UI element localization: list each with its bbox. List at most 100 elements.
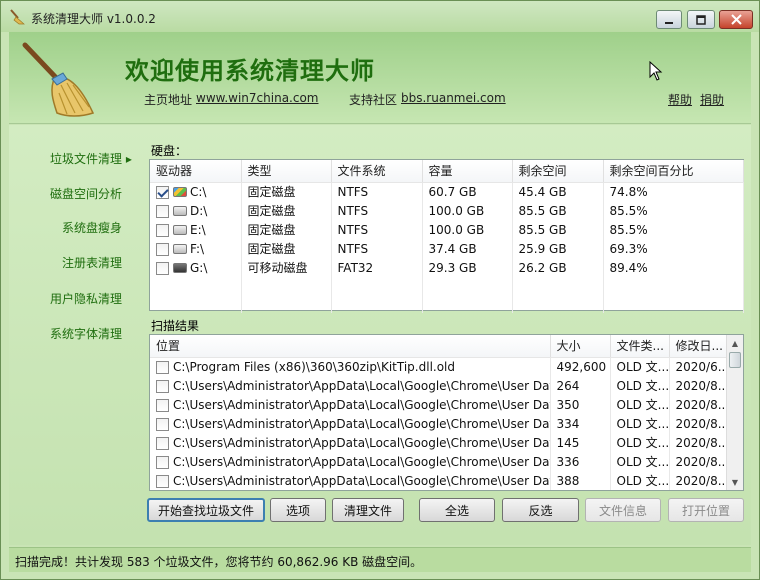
file-type-cell: OLD 文... xyxy=(610,471,670,490)
result-checkbox[interactable] xyxy=(156,474,169,488)
result-checkbox[interactable] xyxy=(156,436,169,450)
results-list[interactable]: 位置 大小 文件类... 修改日... C:\Program Files (x8… xyxy=(149,334,744,491)
drive-cell: F:\ xyxy=(150,239,242,258)
select-all-button[interactable]: 全选 xyxy=(419,498,495,522)
drive-checkbox[interactable] xyxy=(156,185,169,199)
options-button[interactable]: 选项 xyxy=(270,498,326,522)
status-text: 扫描完成！共计发现 583 个垃圾文件，您将节约 60,862.96 KB 磁盘… xyxy=(15,555,423,569)
usb-drive-icon xyxy=(173,263,187,273)
nav-item-system-slim[interactable]: 系统盘瘦身 xyxy=(62,219,122,236)
col-drive[interactable]: 驱动器 xyxy=(150,160,242,183)
clean-files-button[interactable]: 清理文件 xyxy=(332,498,404,522)
disk-row[interactable]: F:\ 固定磁盘 NTFS 37.4 GB 25.9 GB 69.3% xyxy=(150,239,744,258)
drive-cell: D:\ xyxy=(150,201,242,220)
disk-row[interactable]: D:\ 固定磁盘 NTFS 100.0 GB 85.5 GB 85.5% xyxy=(150,201,744,220)
size-cell: 492,600 xyxy=(550,357,611,376)
capacity-cell: 37.4 GB xyxy=(422,239,513,258)
scroll-down-icon[interactable]: ▼ xyxy=(727,474,743,490)
disk-row[interactable]: C:\ 固定磁盘 NTFS 60.7 GB 45.4 GB 74.8% xyxy=(150,182,744,201)
nav-item-disk-analysis[interactable]: 磁盘空间分析 xyxy=(50,185,122,202)
result-checkbox[interactable] xyxy=(156,398,169,412)
result-checkbox[interactable] xyxy=(156,379,169,393)
result-checkbox[interactable] xyxy=(156,417,169,431)
col-free-pct[interactable]: 剩余空间百分比 xyxy=(603,160,744,183)
col-fs[interactable]: 文件系统 xyxy=(331,160,423,183)
invert-selection-button[interactable]: 反选 xyxy=(502,498,579,522)
disk-header-row: 驱动器 类型 文件系统 容量 剩余空间 剩余空间百分比 xyxy=(150,160,744,183)
col-capacity[interactable]: 容量 xyxy=(422,160,513,183)
result-row[interactable]: C:\Users\Administrator\AppData\Local\Goo… xyxy=(150,433,728,452)
title-bar[interactable]: 系统清理大师 v1.0.0.2 xyxy=(1,1,759,32)
result-row[interactable]: C:\Users\Administrator\AppData\Local\Goo… xyxy=(150,452,728,471)
size-cell: 334 xyxy=(550,414,611,433)
support-label: 支持社区 xyxy=(349,93,398,107)
open-location-button[interactable]: 打开位置 xyxy=(668,498,744,522)
disks-section-label: 硬盘： xyxy=(151,144,188,158)
file-type-cell: OLD 文... xyxy=(610,357,670,376)
type-cell: 固定磁盘 xyxy=(241,182,332,201)
result-row[interactable]: C:\Users\Administrator\AppData\Local\Goo… xyxy=(150,395,728,414)
nav-label: 垃圾文件清理 xyxy=(50,152,123,166)
nav-item-junk-cleanup[interactable]: 垃圾文件清理 ▸ xyxy=(50,150,132,167)
col-file-type[interactable]: 文件类... xyxy=(610,335,670,358)
result-row[interactable]: C:\Users\Administrator\AppData\Local\Goo… xyxy=(150,414,728,433)
free-cell: 26.2 GB xyxy=(512,258,604,277)
result-row[interactable]: C:\Program Files (x86)\360\360zip\KitTip… xyxy=(150,357,728,376)
type-cell: 固定磁盘 xyxy=(241,239,332,258)
system-drive-icon xyxy=(173,187,187,198)
file-info-button[interactable]: 文件信息 xyxy=(585,498,661,522)
result-checkbox[interactable] xyxy=(156,455,169,469)
date-cell: 2020/8... xyxy=(669,414,728,433)
path-cell: C:\Users\Administrator\AppData\Local\Goo… xyxy=(150,376,551,395)
active-arrow-icon: ▸ xyxy=(125,152,132,166)
broom-logo-icon xyxy=(22,42,95,117)
type-cell: 可移动磁盘 xyxy=(241,258,332,277)
drive-checkbox[interactable] xyxy=(156,204,169,218)
minimize-icon xyxy=(665,21,673,24)
minimize-button[interactable] xyxy=(656,10,682,29)
disk-list[interactable]: 驱动器 类型 文件系统 容量 剩余空间 剩余空间百分比 C:\ 固定磁盘 NTF… xyxy=(149,159,744,313)
help-link[interactable]: 帮助 xyxy=(668,91,692,108)
close-button[interactable] xyxy=(719,10,753,29)
fs-cell: NTFS xyxy=(331,201,423,220)
start-scan-button[interactable]: 开始查找垃圾文件 xyxy=(147,498,265,522)
drive-checkbox[interactable] xyxy=(156,242,169,256)
donate-link[interactable]: 捐助 xyxy=(700,91,724,108)
support-link[interactable]: bbs.ruanmei.com xyxy=(401,91,506,105)
result-checkbox[interactable] xyxy=(156,360,169,374)
type-cell: 固定磁盘 xyxy=(241,220,332,239)
fs-cell: NTFS xyxy=(331,220,423,239)
date-cell: 2020/8... xyxy=(669,433,728,452)
file-type-cell: OLD 文... xyxy=(610,414,670,433)
disk-row[interactable]: G:\ 可移动磁盘 FAT32 29.3 GB 26.2 GB 89.4% xyxy=(150,258,744,277)
capacity-cell: 100.0 GB xyxy=(422,201,513,220)
col-location[interactable]: 位置 xyxy=(150,335,551,358)
path-text: C:\Users\Administrator\AppData\Local\Goo… xyxy=(173,473,550,488)
capacity-cell: 60.7 GB xyxy=(422,182,513,201)
scroll-up-icon[interactable]: ▲ xyxy=(727,335,743,351)
nav-item-privacy[interactable]: 用户隐私清理 xyxy=(50,290,122,307)
path-cell: C:\Users\Administrator\AppData\Local\Goo… xyxy=(150,433,551,452)
date-cell: 2020/8... xyxy=(669,452,728,471)
nav-item-fonts[interactable]: 系统字体清理 xyxy=(50,325,122,342)
drive-checkbox[interactable] xyxy=(156,261,169,275)
col-size[interactable]: 大小 xyxy=(550,335,611,358)
results-header-row: 位置 大小 文件类... 修改日... xyxy=(150,335,728,358)
result-row[interactable]: C:\Users\Administrator\AppData\Local\Goo… xyxy=(150,471,728,490)
homepage-link[interactable]: www.win7china.com xyxy=(196,91,318,105)
col-free[interactable]: 剩余空间 xyxy=(512,160,604,183)
results-scrollbar[interactable]: ▲ ▼ xyxy=(726,335,743,490)
drive-checkbox[interactable] xyxy=(156,223,169,237)
scroll-thumb[interactable] xyxy=(729,352,741,368)
date-cell: 2020/8... xyxy=(669,376,728,395)
file-type-cell: OLD 文... xyxy=(610,395,670,414)
result-row[interactable]: C:\Users\Administrator\AppData\Local\Goo… xyxy=(150,376,728,395)
maximize-button[interactable] xyxy=(687,10,715,29)
col-type[interactable]: 类型 xyxy=(241,160,332,183)
drive-letter: E:\ xyxy=(190,222,206,237)
file-type-cell: OLD 文... xyxy=(610,452,670,471)
disk-row[interactable]: E:\ 固定磁盘 NTFS 100.0 GB 85.5 GB 85.5% xyxy=(150,220,744,239)
path-text: C:\Users\Administrator\AppData\Local\Goo… xyxy=(173,454,550,469)
col-modified[interactable]: 修改日... xyxy=(669,335,728,358)
nav-item-registry[interactable]: 注册表清理 xyxy=(62,254,122,271)
